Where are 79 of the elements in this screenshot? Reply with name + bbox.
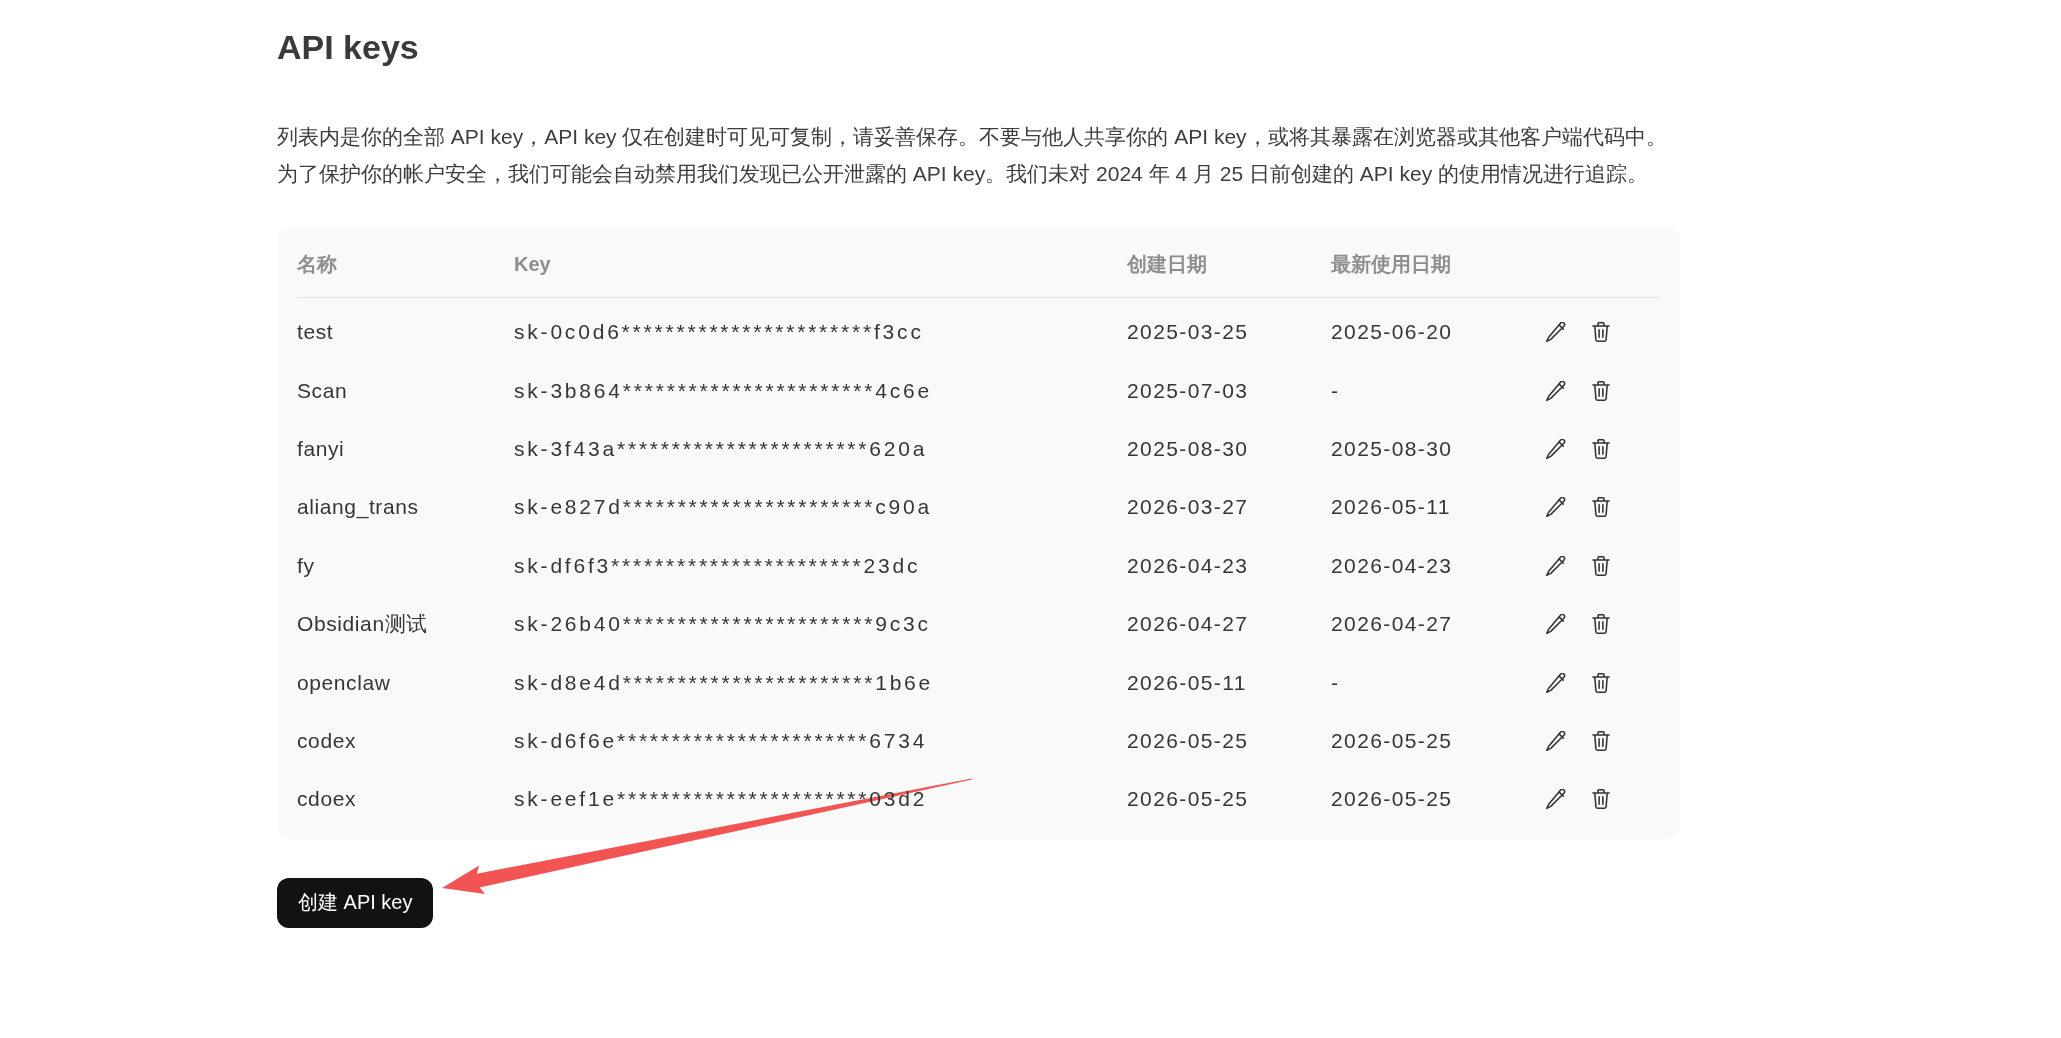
delete-button[interactable] <box>1590 612 1612 637</box>
pencil-icon <box>1546 672 1566 693</box>
pencil-icon <box>1546 555 1566 576</box>
pencil-icon <box>1546 438 1566 459</box>
key-name: fanyi <box>297 435 345 462</box>
last-used-date: 2026-05-25 <box>1331 786 1453 813</box>
masked-api-key: sk-26b40***********************9c3c <box>514 610 931 639</box>
trash-icon <box>1592 789 1610 810</box>
created-date: 2026-04-23 <box>1127 552 1249 579</box>
key-name: codex <box>297 727 357 754</box>
delete-button[interactable] <box>1590 787 1612 812</box>
created-date: 2026-05-25 <box>1127 786 1249 813</box>
created-date: 2025-08-30 <box>1127 435 1249 462</box>
edit-button[interactable] <box>1544 378 1568 403</box>
create-api-key-button[interactable]: 创建 API key <box>277 877 434 928</box>
pencil-icon <box>1546 497 1566 518</box>
created-date: 2026-04-27 <box>1127 611 1249 638</box>
delete-button[interactable] <box>1590 728 1612 753</box>
delete-button[interactable] <box>1590 670 1612 695</box>
masked-api-key: sk-0c0d6***********************f3cc <box>514 318 924 347</box>
key-name: fy <box>297 552 315 579</box>
trash-icon <box>1592 380 1610 401</box>
edit-button[interactable] <box>1544 436 1568 461</box>
last-used-date: 2026-05-25 <box>1331 727 1453 754</box>
last-used-date: 2026-04-23 <box>1331 552 1453 579</box>
key-name: aliang_trans <box>297 494 419 521</box>
key-name: cdoex <box>297 786 357 813</box>
edit-button[interactable] <box>1544 670 1568 695</box>
pencil-icon <box>1546 789 1566 810</box>
trash-icon <box>1592 672 1610 693</box>
delete-button[interactable] <box>1590 495 1612 520</box>
key-name: test <box>297 319 334 346</box>
created-date: 2026-05-25 <box>1127 727 1249 754</box>
masked-api-key: sk-df6f3***********************23dc <box>514 551 921 580</box>
last-used-date: 2026-04-27 <box>1331 611 1453 638</box>
trash-icon <box>1592 614 1610 635</box>
created-date: 2025-07-03 <box>1127 377 1249 404</box>
pencil-icon <box>1546 614 1566 635</box>
delete-button[interactable] <box>1590 553 1612 578</box>
column-header: 最新使用日期 <box>1331 251 1451 277</box>
edit-button[interactable] <box>1544 612 1568 637</box>
key-name: openclaw <box>297 669 391 696</box>
delete-button[interactable] <box>1590 436 1612 461</box>
last-used-date: 2025-08-30 <box>1331 435 1453 462</box>
trash-icon <box>1592 438 1610 459</box>
pencil-icon <box>1546 730 1566 751</box>
trash-icon <box>1592 497 1610 518</box>
key-name: Obsidian测试 <box>297 611 428 638</box>
masked-api-key: sk-d8e4d***********************1b6e <box>514 668 934 697</box>
masked-api-key: sk-e827d***********************c90a <box>514 493 932 522</box>
last-used-date: 2025-06-20 <box>1331 319 1453 346</box>
pencil-icon <box>1546 380 1566 401</box>
trash-icon <box>1592 730 1610 751</box>
created-date: 2025-03-25 <box>1127 319 1249 346</box>
last-used-date: 2026-05-11 <box>1331 494 1451 521</box>
trash-icon <box>1592 555 1610 576</box>
description-text: 列表内是你的全部 API key，API key 仅在创建时可见可复制，请妥善保存。不要与他人共享你的 API key，或将其暴露在浏览器或其他客户端代码中。 <box>277 124 1667 150</box>
description-text: 为了保护你的帐户安全，我们可能会自动禁用我们发现已公开泄露的 API key。我们未对 2024 年 4 月 25 日前创建的 API key 的使用情况进行追踪。 <box>277 161 1648 187</box>
masked-api-key: sk-3f43a***********************620a <box>514 434 928 463</box>
created-date: 2026-05-11 <box>1127 669 1247 696</box>
masked-api-key: sk-d6f6e***********************6734 <box>514 726 928 755</box>
page-title: API keys <box>277 27 419 67</box>
edit-button[interactable] <box>1544 495 1568 520</box>
trash-icon <box>1592 322 1610 343</box>
edit-button[interactable] <box>1544 728 1568 753</box>
column-header: Key <box>514 252 551 276</box>
masked-api-key: sk-3b864***********************4c6e <box>514 376 932 405</box>
column-header: 名称 <box>297 251 337 277</box>
edit-button[interactable] <box>1544 320 1568 345</box>
last-used-date: - <box>1331 669 1340 696</box>
pencil-icon <box>1546 322 1566 343</box>
created-date: 2026-03-27 <box>1127 494 1249 521</box>
edit-button[interactable] <box>1544 553 1568 578</box>
column-header: 创建日期 <box>1127 251 1207 277</box>
delete-button[interactable] <box>1590 320 1612 345</box>
key-name: Scan <box>297 377 348 404</box>
last-used-date: - <box>1331 377 1340 404</box>
edit-button[interactable] <box>1544 787 1568 812</box>
delete-button[interactable] <box>1590 378 1612 403</box>
